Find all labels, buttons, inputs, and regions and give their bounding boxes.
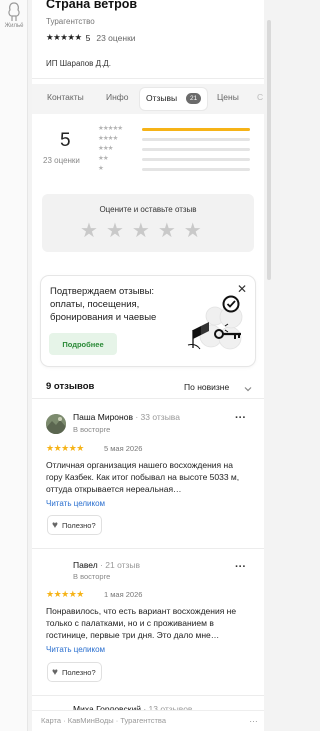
scrollbar-thumb[interactable] [267, 20, 271, 280]
tab-info[interactable]: Инфо [106, 92, 129, 102]
distribution-row: ★★ [98, 155, 252, 164]
chevron-down-icon[interactable] [244, 385, 252, 393]
org-owner: ИП Шарапов Д.Д. [46, 59, 111, 68]
distribution-stars: ★ [98, 165, 104, 172]
score-count: 23 оценки [43, 156, 80, 165]
distribution-fill [142, 128, 250, 131]
rail-item-label: Жильё [4, 23, 24, 29]
review-author[interactable]: Павел · 21 отзыв [73, 560, 140, 570]
verification-illustration-icon [187, 295, 243, 350]
useful-label: Полезно? [61, 667, 96, 677]
distribution-row: ★★★ [98, 145, 252, 154]
breadcrumb-separator: · [115, 716, 119, 725]
avatar[interactable] [46, 414, 66, 434]
org-title: Страна ветров [46, 0, 138, 11]
org-card-panel: Страна ветров Турагентство ★★★★★ 5 23 оц… [32, 0, 264, 731]
verified-reviews-promo: Подтверждаем отзывы: оплаты, посещения, … [41, 276, 255, 366]
reviews-count-badge: 21 [186, 93, 202, 104]
distribution-stars: ★★★★★ [98, 125, 123, 132]
distribution-track [142, 158, 250, 161]
rate-star-4[interactable]: ★ [158, 221, 176, 241]
author-name: Паша Миронов [73, 412, 133, 422]
review-text: Отличная организация нашего восхождения … [46, 460, 240, 494]
breadcrumb-footer: Карта · КавМинВоды · Турагентства … [32, 710, 264, 731]
review-stars: ★★★★★ [46, 589, 84, 599]
scrollbar[interactable] [266, 0, 272, 731]
useful-label: Полезно? [61, 520, 96, 530]
reviews-count: 9 отзывов [46, 381, 95, 392]
distribution-track [142, 128, 250, 131]
rail-item-housing[interactable]: Жильё [0, 2, 28, 29]
distribution-track [142, 148, 250, 151]
mountain-photo-icon [46, 414, 66, 434]
review-stars: ★★★★★ [46, 443, 84, 453]
rate-stars: ★ ★ ★ ★ ★ [80, 221, 202, 241]
org-category[interactable]: Турагентство [46, 17, 95, 26]
divider [32, 548, 264, 549]
sort-dropdown[interactable]: По новизне [184, 382, 229, 392]
review-author[interactable]: Паша Миронов · 33 отзыва [73, 412, 180, 422]
ratings-count: 23 оценки [96, 32, 136, 43]
author-reviews-count: 21 отзыв [105, 560, 141, 570]
rate-star-2[interactable]: ★ [106, 221, 124, 241]
review-status: В восторге [73, 425, 111, 434]
breadcrumb-region[interactable]: КавМинВоды [68, 716, 114, 725]
tab-reviews-label: Отзывы [146, 93, 178, 103]
more-options-icon[interactable]: ··· [235, 412, 246, 424]
promo-text: Подтверждаем отзывы: оплаты, посещения, … [50, 286, 157, 323]
author-name: Павел [73, 560, 98, 570]
review-text: Понравилось, что есть вариант восхождени… [46, 606, 237, 640]
rate-star-3[interactable]: ★ [132, 221, 150, 241]
distribution-track [142, 168, 250, 171]
building-icon [8, 2, 20, 21]
review-date: 5 мая 2026 [104, 444, 143, 453]
tab-contacts[interactable]: Контакты [47, 92, 84, 102]
divider [32, 78, 264, 79]
more-options-icon[interactable]: … [249, 714, 258, 724]
org-rating[interactable]: ★★★★★ 5 23 оценки [46, 32, 136, 43]
distribution-row: ★★★★ [98, 135, 252, 144]
distribution-row: ★★★★★ [98, 125, 252, 134]
breadcrumb-category[interactable]: Турагентства [120, 716, 166, 725]
useful-button[interactable]: ♥ Полезно? [48, 663, 101, 681]
useful-button[interactable]: ♥ Полезно? [48, 516, 101, 534]
divider [32, 398, 264, 399]
breadcrumb-separator: · [63, 716, 66, 725]
read-more-link[interactable]: Читать целиком [46, 499, 105, 508]
breadcrumb-map[interactable]: Карта [41, 716, 61, 725]
rating-value: 5 [85, 32, 91, 43]
rate-star-5[interactable]: ★ [184, 221, 202, 241]
rate-prompt: Оцените и оставьте отзыв [99, 205, 197, 214]
distribution-track [142, 138, 250, 141]
tab-prices[interactable]: Цены [217, 92, 239, 102]
tab-more[interactable]: С [257, 92, 263, 102]
review-status: В восторге [73, 572, 111, 581]
average-score: 5 [60, 130, 71, 151]
distribution-stars: ★★★★ [98, 135, 118, 142]
tab-reviews[interactable]: Отзывы 21 [140, 88, 207, 110]
heart-icon: ♥ [52, 519, 58, 531]
read-more-link[interactable]: Читать целиком [46, 645, 105, 654]
promo-more-button[interactable]: Подробнее [49, 333, 117, 355]
distribution-stars: ★★ [98, 155, 109, 162]
divider [32, 695, 264, 696]
breadcrumb: Карта · КавМинВоды · Турагентства [41, 716, 166, 725]
left-rail: Жильё [0, 0, 28, 731]
more-options-icon[interactable]: ··· [235, 561, 246, 573]
rate-and-review-box: Оцените и оставьте отзыв ★ ★ ★ ★ ★ [42, 194, 254, 252]
review-date: 1 мая 2026 [104, 590, 143, 599]
rate-star-1[interactable]: ★ [80, 221, 98, 241]
distribution-stars: ★★★ [98, 145, 114, 152]
rating-stars: ★★★★★ [46, 32, 82, 42]
heart-icon: ♥ [52, 666, 58, 678]
tab-bar: Контакты Инфо Отзывы 21 Цены С [32, 84, 264, 114]
author-reviews-count: 33 отзыва [140, 412, 180, 422]
distribution-row: ★ [98, 165, 252, 174]
